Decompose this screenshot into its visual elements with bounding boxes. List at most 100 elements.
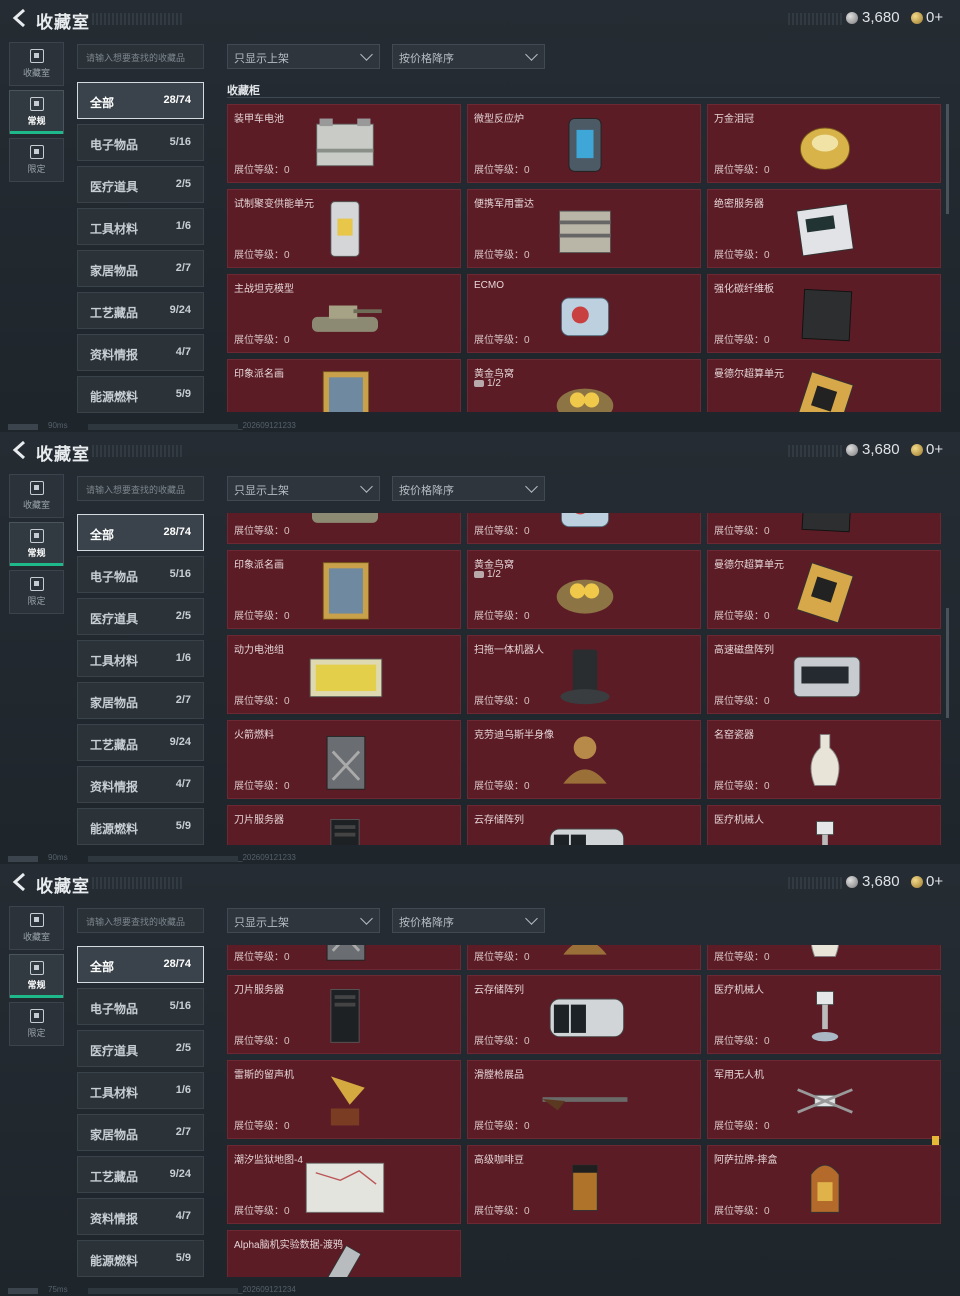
category-item[interactable]: 家居物品 2/7 [77,250,204,287]
display-level: 展位等级：0 [714,1121,770,1132]
collection-card[interactable]: 黄金鸟窝1/2展位等级：0 [467,359,701,412]
collection-card[interactable]: 潮汐监狱地图-4 展位等级：0 [227,1145,461,1224]
category-item[interactable]: 电子物品 5/16 [77,124,204,161]
search-input[interactable]: 请输入想要查找的收藏品 [77,908,204,933]
collection-card[interactable]: 印象派名画展位等级：0 [227,550,461,629]
collection-card[interactable]: 展位等级：0 [227,945,461,970]
collection-card[interactable]: 动力电池组 展位等级：0 [227,635,461,714]
collection-card[interactable]: 主战坦克模型 展位等级：0 [227,274,461,353]
collection-card[interactable]: 展位等级：0 [707,513,941,544]
category-item[interactable]: 全部 28/74 [77,514,204,551]
category-count: 2/5 [175,178,191,190]
category-item[interactable]: 医疗道具 2/5 [77,598,204,635]
shelf-filter-dropdown[interactable]: 只显示上架 [227,44,380,69]
category-item[interactable]: 全部 28/74 [77,946,204,983]
collection-card[interactable]: ECMO 展位等级：0 [467,274,701,353]
collection-card[interactable]: 便携军用雷达 展位等级：0 [467,189,701,268]
side-tab-limited[interactable]: 限定 [9,1002,64,1046]
collection-card[interactable]: 展位等级：0 [467,513,701,544]
side-tab-collection[interactable]: 收藏室 [9,906,64,950]
category-item[interactable]: 电子物品 5/16 [77,988,204,1025]
collection-card[interactable]: 绝密服务器 展位等级：0 [707,189,941,268]
collection-card[interactable]: 微型反应炉 展位等级：0 [467,104,701,183]
ping-label: 90ms [48,421,68,430]
regular-icon [29,529,44,543]
collection-card[interactable]: 曼德尔超算单元展位等级：0 [707,359,941,412]
category-item[interactable]: 工艺藏品 9/24 [77,724,204,761]
collection-card[interactable]: 强化碳纤维板 展位等级：0 [707,274,941,353]
collection-card[interactable]: 装甲车电池 展位等级：0 [227,104,461,183]
category-item[interactable]: 家居物品 2/7 [77,682,204,719]
scrollbar[interactable] [946,104,949,214]
side-tab-limited[interactable]: 限定 [9,138,64,182]
data-canister-icon [317,1244,362,1277]
collection-card[interactable]: 印象派名画展位等级：0 [227,359,461,412]
collection-card[interactable]: 军用无人机展位等级：0 [707,1060,941,1139]
category-item[interactable]: 医疗道具 2/5 [77,1030,204,1067]
category-label: 家居物品 [90,1128,139,1142]
gold-balance[interactable]: 0+ [926,9,943,26]
category-item[interactable]: 工艺藏品 9/24 [77,292,204,329]
collection-card[interactable]: 扫拖一体机器人 展位等级：0 [467,635,701,714]
collection-card[interactable]: 曼德尔超算单元展位等级：0 [707,550,941,629]
collection-card[interactable]: 刀片服务器展位等级：0 [227,975,461,1054]
collection-card[interactable]: 试制聚变供能单元 展位等级：0 [227,189,461,268]
collection-card[interactable]: 黄金鸟窝1/2展位等级：0 [467,550,701,629]
collection-card[interactable]: 展位等级：0 [227,513,461,544]
collection-card[interactable]: 展位等级：0 [707,945,941,970]
back-arrow-icon[interactable] [10,8,30,28]
collection-card[interactable]: 展位等级：0 [467,945,701,970]
category-item[interactable]: 资料情报 4/7 [77,1198,204,1235]
sort-dropdown[interactable]: 按价格降序 [392,476,545,501]
category-item[interactable]: 家居物品 2/7 [77,1114,204,1151]
collection-card[interactable]: 高级咖啡豆 展位等级：0 [467,1145,701,1224]
category-item[interactable]: 工具材料 1/6 [77,1072,204,1109]
gold-balance[interactable]: 0+ [926,441,943,458]
sort-dropdown[interactable]: 按价格降序 [392,44,545,69]
back-arrow-icon[interactable] [10,872,30,892]
limited-icon [29,145,44,159]
collection-card[interactable]: 医疗机械人展位等级：0 [707,975,941,1054]
gold-balance[interactable]: 0+ [926,873,943,890]
category-item[interactable]: 能源燃料 5/9 [77,1240,204,1277]
sort-dropdown[interactable]: 按价格降序 [392,908,545,933]
side-tab-collection[interactable]: 收藏室 [9,474,64,518]
side-tab-regular[interactable]: 常规 [9,90,64,134]
category-item[interactable]: 能源燃料 5/9 [77,376,204,413]
shelf-filter-dropdown[interactable]: 只显示上架 [227,908,380,933]
side-tab-limited[interactable]: 限定 [9,570,64,614]
item-grid: 展位等级：0 展位等级：0 展位等级：0 印象派名画 展位等级：0 黄金鸟窝 1/2 展位等级… [227,513,943,845]
collection-card[interactable]: 阿萨拉牌-摔盒 展位等级：0 [707,1145,941,1224]
collection-card[interactable]: 云存储阵列展位等级：0 [467,975,701,1054]
category-item[interactable]: 工具材料 1/6 [77,208,204,245]
collection-card[interactable]: 云存储阵列展位等级：0 [467,805,701,845]
category-item[interactable]: 能源燃料 5/9 [77,808,204,845]
category-item[interactable]: 资料情报 4/7 [77,766,204,803]
search-input[interactable]: 请输入想要查找的收藏品 [77,44,204,69]
collection-card[interactable]: 火箭燃料 展位等级：0 [227,720,461,799]
shelf-filter-dropdown[interactable]: 只显示上架 [227,476,380,501]
collection-card[interactable]: 万金泪冠 展位等级：0 [707,104,941,183]
display-level: 展位等级：0 [234,781,290,792]
category-item[interactable]: 资料情报 4/7 [77,334,204,371]
search-input[interactable]: 请输入想要查找的收藏品 [77,476,204,501]
category-item[interactable]: 全部 28/74 [77,82,204,119]
collection-card[interactable]: 名窑瓷器 展位等级：0 [707,720,941,799]
collection-card[interactable]: 滑膛枪展品 展位等级：0 [467,1060,701,1139]
collection-card[interactable]: 雷斯的留声机 展位等级：0 [227,1060,461,1139]
side-tab-regular[interactable]: 常规 [9,954,64,998]
collection-card[interactable]: 克劳迪乌斯半身像 展位等级：0 [467,720,701,799]
item-name: 军用无人机 [714,1070,764,1081]
collection-card[interactable]: Alpha脑机实验数据-渡鸦展位等级：0 [227,1230,461,1277]
category-item[interactable]: 工具材料 1/6 [77,640,204,677]
back-arrow-icon[interactable] [10,440,30,460]
collection-card[interactable]: 高速磁盘阵列 展位等级：0 [707,635,941,714]
side-tab-collection[interactable]: 收藏室 [9,42,64,86]
category-item[interactable]: 医疗道具 2/5 [77,166,204,203]
collection-card[interactable]: 刀片服务器展位等级：0 [227,805,461,845]
category-item[interactable]: 工艺藏品 9/24 [77,1156,204,1193]
category-item[interactable]: 电子物品 5/16 [77,556,204,593]
side-tab-regular[interactable]: 常规 [9,522,64,566]
scrollbar[interactable] [946,608,949,718]
collection-card[interactable]: 医疗机械人展位等级：0 [707,805,941,845]
